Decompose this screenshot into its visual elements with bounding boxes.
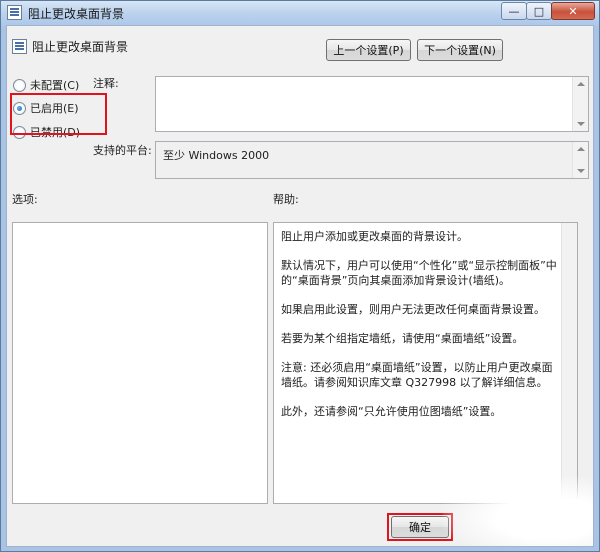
radio-label: 未配置(C) [30, 79, 80, 92]
help-paragraph: 如果启用此设置，则用户无法更改任何桌面背景设置。 [281, 303, 545, 316]
comment-label: 注释: [93, 77, 119, 90]
maximize-icon: □ [533, 4, 545, 18]
minimize-icon: — [508, 4, 520, 18]
scroll-up-icon[interactable] [577, 147, 585, 151]
radio-not-configured[interactable]: 未配置(C) [13, 77, 79, 93]
scroll-down-icon[interactable] [577, 122, 585, 126]
comment-scrollbar[interactable] [572, 77, 588, 131]
help-paragraph: 默认情况下，用户可以使用“个性化”或“显示控制面板”中的“桌面背景”页向其桌面添… [281, 259, 557, 287]
window-title: 阻止更改桌面背景 [28, 7, 125, 21]
policy-icon [12, 39, 27, 54]
dialog-window: 阻止更改桌面背景 — □ ✕ 阻止更改桌面背景 上一个设置(P) 下一个设置(N… [0, 0, 600, 552]
minimize-button[interactable]: — [501, 2, 527, 20]
help-paragraph: 阻止用户添加或更改桌面的背景设计。 [281, 230, 468, 243]
title-bar[interactable]: 阻止更改桌面背景 — □ ✕ [1, 1, 599, 25]
help-paragraph: 若要为某个组指定墙纸，请使用“桌面墙纸”设置。 [281, 332, 524, 345]
platform-scrollbar[interactable] [572, 142, 588, 178]
help-paragraph: 此外，还请参阅“只允许使用位图墙纸”设置。 [281, 405, 502, 418]
dialog-client: 阻止更改桌面背景 上一个设置(P) 下一个设置(N) 未配置(C) 已启用(E)… [6, 25, 594, 547]
maximize-button[interactable]: □ [526, 2, 552, 20]
radio-circle[interactable] [13, 78, 26, 92]
options-label: 选项: [12, 193, 38, 206]
scroll-up-icon[interactable] [577, 82, 585, 86]
close-button[interactable]: ✕ [551, 2, 595, 20]
setting-title: 阻止更改桌面背景 [32, 40, 129, 54]
platform-field: 至少 Windows 2000 [155, 141, 589, 179]
comment-textarea[interactable] [155, 76, 589, 132]
close-icon: ✕ [568, 4, 578, 18]
enabled-highlight-box [10, 93, 107, 135]
platform-label: 支持的平台: [93, 144, 152, 157]
help-paragraph: 注意: 还必须启用“桌面墙纸”设置，以防止用户更改桌面墙纸。请参阅知识库文章 Q… [281, 361, 553, 389]
help-scrollbar[interactable] [561, 223, 577, 503]
help-pane[interactable]: 阻止用户添加或更改桌面的背景设计。 默认情况下，用户可以使用“个性化”或“显示控… [273, 222, 578, 504]
next-setting-button[interactable]: 下一个设置(N) [417, 39, 503, 61]
caption-buttons: — □ ✕ [501, 2, 595, 20]
help-label: 帮助: [273, 193, 299, 206]
image-glare [443, 476, 593, 546]
platform-value: 至少 Windows 2000 [163, 149, 270, 162]
prev-setting-button[interactable]: 上一个设置(P) [326, 39, 411, 61]
help-text: 阻止用户添加或更改桌面的背景设计。 默认情况下，用户可以使用“个性化”或“显示控… [281, 229, 559, 433]
scroll-down-icon[interactable] [577, 169, 585, 173]
options-pane[interactable] [12, 222, 268, 504]
policy-icon [7, 5, 22, 20]
